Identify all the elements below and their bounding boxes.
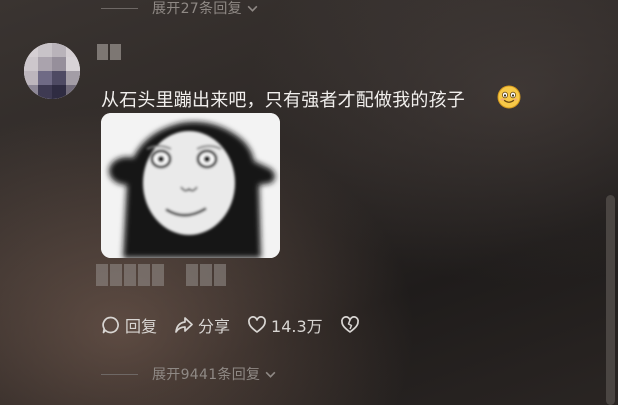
expand-replies-bottom[interactable]: 展开9441条回复 (101, 364, 277, 384)
like-count: 14.3万 (271, 317, 323, 336)
divider-line (101, 7, 138, 9)
blurred-location (186, 264, 226, 286)
share-arrow-icon (175, 317, 193, 333)
share-button[interactable]: 分享 (174, 313, 230, 337)
reply-label: 回复 (125, 317, 158, 336)
scrollbar[interactable] (606, 195, 615, 405)
share-label: 分享 (198, 317, 231, 336)
blur-block (96, 264, 108, 286)
blur-block (124, 264, 136, 286)
sheep-face-meme-icon (101, 113, 280, 258)
blur-block (110, 264, 122, 286)
reply-button[interactable]: 回复 (101, 313, 157, 337)
like-button[interactable]: 14.3万 (247, 313, 323, 337)
username-block (110, 44, 121, 60)
blur-block (152, 264, 164, 286)
reply-bubble-icon (102, 316, 119, 334)
comment-actions: 回复 分享 14.3万 (101, 314, 377, 336)
username-block (97, 44, 108, 60)
smiling-face-emoji-icon (497, 85, 521, 109)
heart-icon (248, 316, 266, 333)
comment-meta-blurred (96, 264, 226, 286)
chevron-down-icon (247, 5, 258, 12)
broken-heart-icon (340, 316, 359, 333)
avatar[interactable] (24, 43, 80, 99)
blur-block (200, 264, 212, 286)
username[interactable] (97, 44, 121, 60)
blurred-date (96, 264, 164, 286)
meme-image[interactable] (101, 113, 280, 258)
expand-replies-top[interactable]: 展开27条回复 (101, 0, 259, 18)
comment-text: 从石头里蹦出来吧，只有强者才配做我的孩子 (101, 90, 465, 111)
expand-replies-label: 展开27条回复 (152, 1, 242, 17)
blur-block (214, 264, 226, 286)
dislike-button[interactable] (340, 315, 360, 335)
expand-replies-label: 展开9441条回复 (152, 367, 261, 383)
blur-block (138, 264, 150, 286)
chevron-down-icon (265, 371, 276, 378)
blur-block (186, 264, 198, 286)
divider-line (101, 373, 138, 375)
